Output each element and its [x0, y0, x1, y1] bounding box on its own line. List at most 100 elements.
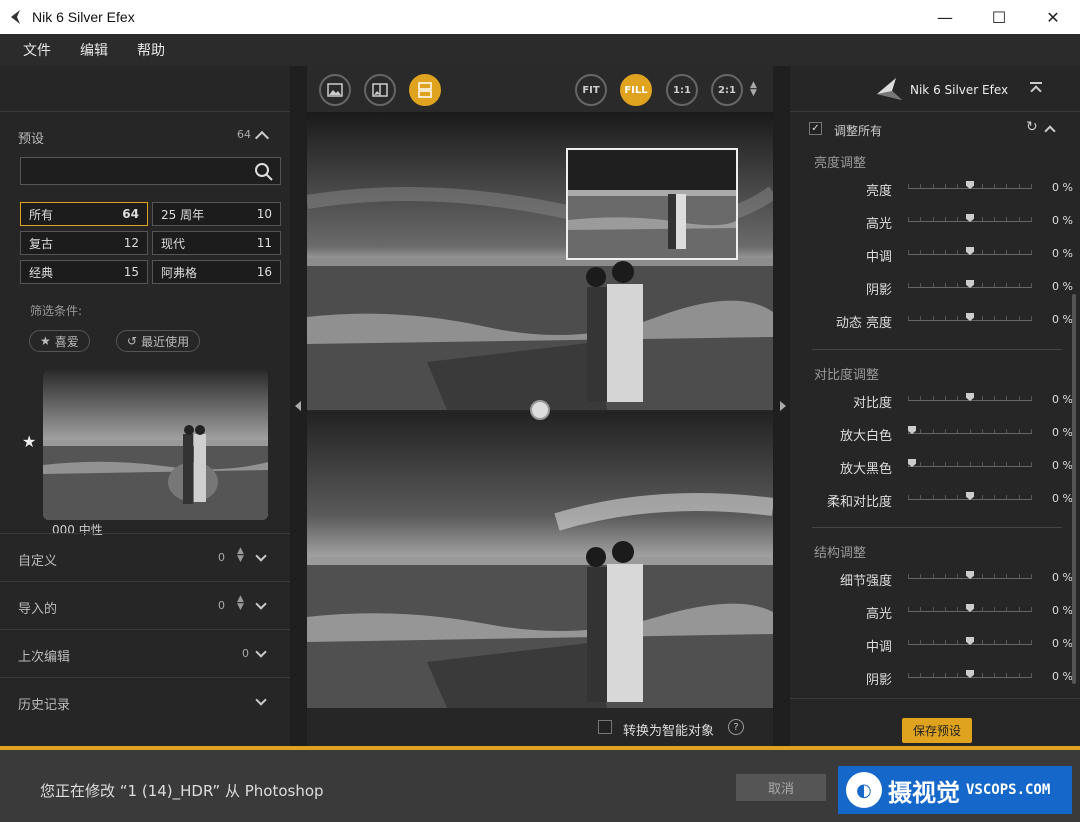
navigator-thumbnail[interactable]: [566, 148, 738, 260]
slider-tick: [1006, 574, 1007, 578]
chevron-down-icon[interactable]: [255, 646, 267, 658]
slider-tick: [920, 316, 921, 320]
slider-tick: [957, 640, 958, 644]
slider-value: 0 %: [1052, 214, 1073, 227]
slider-tick: [982, 574, 983, 578]
filter-recent-button[interactable]: ↺ 最近使用: [116, 330, 201, 352]
zoom-1to1-button[interactable]: 1:1: [666, 74, 698, 106]
slider-tick: [945, 607, 946, 611]
adjust-slider[interactable]: [908, 279, 1032, 293]
zoom-fit-button[interactable]: FIT: [575, 74, 607, 106]
filter-fav-label: 喜爱: [54, 334, 79, 349]
slider-tick: [1031, 495, 1032, 499]
zoom-stepper-icon[interactable]: ▲ ▼: [750, 81, 757, 98]
filter-favorites-button[interactable]: ★ 喜爱: [29, 330, 90, 352]
slider-label: 放大黑色: [839, 462, 892, 477]
chevron-up-icon[interactable]: [254, 130, 270, 146]
slider-tick: [1006, 673, 1007, 677]
slider-value: 0 %: [1052, 492, 1073, 505]
nik-brand-icon: [877, 78, 902, 100]
slider-tick: [945, 283, 946, 287]
collapse-right-icon[interactable]: [780, 401, 786, 411]
preset-category-classic[interactable]: 经典 15: [20, 260, 148, 284]
favorite-star-icon[interactable]: ★: [22, 432, 36, 451]
slider-tick: [1031, 429, 1032, 433]
category-label: 现代: [161, 236, 186, 251]
adjust-slider[interactable]: [908, 570, 1032, 584]
slider-tick: [1031, 184, 1032, 188]
preset-search-input[interactable]: [20, 157, 281, 185]
search-icon[interactable]: [254, 162, 274, 182]
cancel-button[interactable]: 取消: [736, 774, 826, 801]
menu-file[interactable]: 文件: [23, 40, 51, 60]
adjust-slider[interactable]: [908, 180, 1032, 194]
adjust-slider[interactable]: [908, 312, 1032, 326]
panel-scrollbar[interactable]: [1072, 294, 1076, 684]
adjust-slider[interactable]: [908, 458, 1032, 472]
slider-tick: [1006, 250, 1007, 254]
preset-category-avant-garde[interactable]: 阿弗格 16: [152, 260, 281, 284]
slider-tick: [908, 396, 909, 400]
section-last-edit[interactable]: 上次编辑 0: [0, 629, 290, 677]
slider-tick: [1019, 640, 1020, 644]
preset-category-vintage[interactable]: 复古 12: [20, 231, 148, 255]
zoom-2to1-button[interactable]: 2:1: [711, 74, 743, 106]
adjust-slider[interactable]: [908, 213, 1032, 227]
section-custom[interactable]: 自定义 0 ▲ ▼: [0, 533, 290, 581]
sort-icon[interactable]: ▲ ▼: [237, 547, 244, 564]
collapse-left-icon[interactable]: [295, 401, 301, 411]
adjust-all-checkbox[interactable]: ✓: [809, 122, 822, 135]
slider-label: 放大白色: [839, 429, 892, 444]
preset-category-25th[interactable]: 25 周年 10: [152, 202, 281, 226]
preview-toolbar: FIT FILL 1:1 2:1 ▲ ▼: [307, 66, 773, 112]
star-icon: ★: [40, 334, 51, 348]
smart-object-label: 转换为智能对象: [623, 724, 715, 739]
chevron-down-icon[interactable]: [255, 694, 267, 706]
chevron-down-icon[interactable]: [255, 598, 267, 610]
close-button[interactable]: ✕: [1026, 0, 1080, 34]
split-divider-handle[interactable]: [530, 400, 550, 420]
slider-tick: [908, 640, 909, 644]
split-view-button[interactable]: [364, 74, 396, 106]
sort-icon[interactable]: ▲ ▼: [237, 595, 244, 612]
section-history[interactable]: 历史记录: [0, 677, 290, 725]
single-view-button[interactable]: [319, 74, 351, 106]
section-imported[interactable]: 导入的 0 ▲ ▼: [0, 581, 290, 629]
group-separator: [812, 527, 1062, 528]
menu-help[interactable]: 帮助: [137, 40, 165, 60]
collapse-top-icon[interactable]: [1030, 85, 1042, 97]
smart-object-checkbox[interactable]: [598, 720, 612, 734]
category-label: 所有: [29, 207, 54, 222]
compare-view-button[interactable]: [409, 74, 441, 106]
preset-thumbnail[interactable]: [43, 370, 268, 520]
reset-icon[interactable]: ↻: [1026, 119, 1038, 135]
maximize-button[interactable]: ☐: [972, 0, 1026, 34]
adjust-slider[interactable]: [908, 491, 1032, 505]
slider-tick: [970, 462, 971, 466]
chevron-up-icon[interactable]: [1044, 125, 1056, 137]
adjust-slider[interactable]: [908, 425, 1032, 439]
category-count: 12: [123, 236, 139, 250]
category-count: 15: [123, 265, 139, 279]
preview-after-image[interactable]: [307, 412, 773, 708]
slider-tick: [1019, 607, 1020, 611]
preset-category-all[interactable]: 所有 64: [20, 202, 148, 226]
slider-tick: [933, 283, 934, 287]
editing-status-message: 您正在修改 “1 (14)_HDR” 从 Photoshop: [40, 782, 324, 800]
preset-category-modern[interactable]: 现代 11: [152, 231, 281, 255]
slider-tick: [1031, 250, 1032, 254]
adjust-slider[interactable]: [908, 603, 1032, 617]
slider-tick: [920, 429, 921, 433]
slider-tick: [994, 673, 995, 677]
save-preset-button[interactable]: 保存预设: [902, 718, 972, 743]
adjust-slider[interactable]: [908, 636, 1032, 650]
zoom-fill-button[interactable]: FILL: [620, 74, 652, 106]
adjust-slider[interactable]: [908, 669, 1032, 683]
adjust-slider[interactable]: [908, 246, 1032, 260]
menu-edit[interactable]: 编辑: [80, 40, 108, 60]
minimize-button[interactable]: —: [918, 0, 972, 34]
adjust-slider[interactable]: [908, 392, 1032, 406]
chevron-down-icon[interactable]: [255, 550, 267, 562]
slider-tick: [1019, 283, 1020, 287]
help-icon[interactable]: ?: [728, 719, 744, 735]
